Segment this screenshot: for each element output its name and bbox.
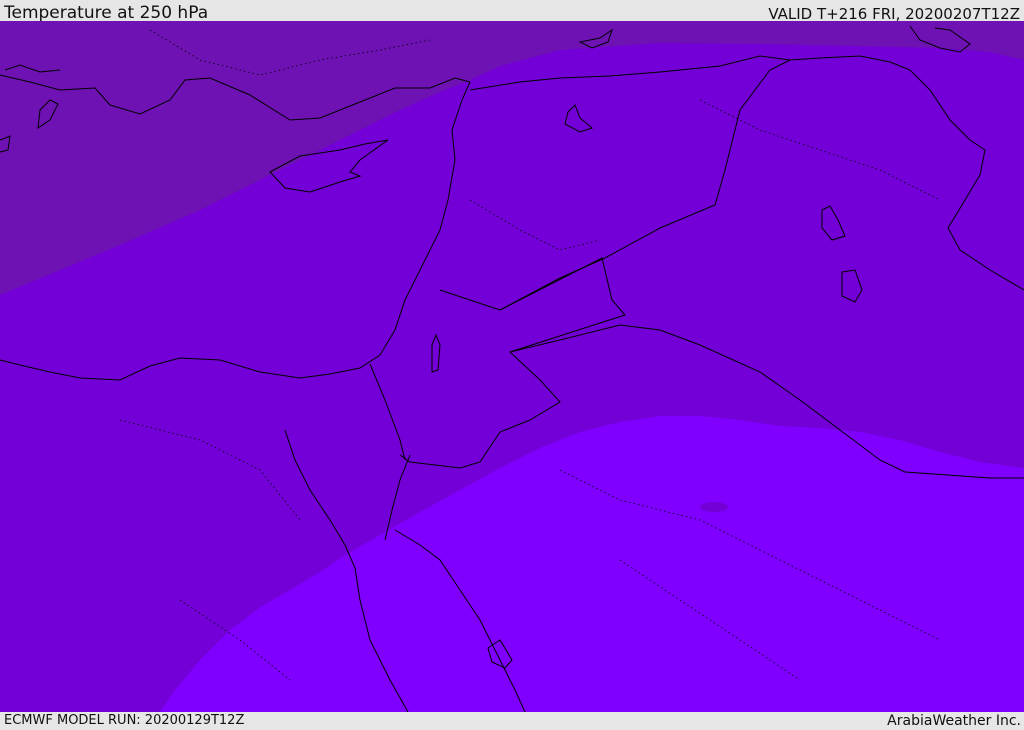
model-run-label: ECMWF MODEL RUN: 20200129T12Z: [4, 713, 245, 728]
temperature-map[interactable]: [0, 21, 1024, 712]
footer-bar: ECMWF MODEL RUN: 20200129T12Z ArabiaWeat…: [0, 712, 1024, 729]
header-bar: Temperature at 250 hPa VALID T+216 FRI, …: [0, 0, 1024, 23]
warm-pocket-contour: [700, 502, 728, 512]
map-title: Temperature at 250 hPa: [4, 3, 209, 23]
brand-label: ArabiaWeather Inc.: [887, 713, 1021, 729]
